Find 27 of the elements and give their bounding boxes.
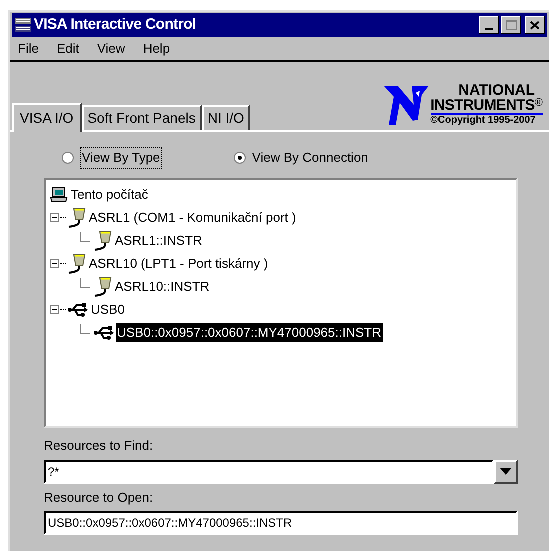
resource-input[interactable]: USB0::0x0957::0x0607::MY47000965::INSTR <box>44 511 518 535</box>
tab[interactable]: NI I/O <box>202 105 250 130</box>
tree-item[interactable]: USB0 <box>90 300 126 320</box>
radio-label[interactable]: View By Type <box>80 147 162 169</box>
radio-label[interactable]: View By Connection <box>252 148 368 168</box>
logo-wordmark: NATIONAL <box>458 83 535 98</box>
menu-item[interactable]: Edit <box>56 38 80 58</box>
menu-item[interactable]: Help <box>143 38 170 58</box>
field-label: Resources to Find: <box>44 437 154 455</box>
tree-item[interactable]: ASRL1 (COM1 - Komunikační port ) <box>88 208 298 228</box>
menu-item[interactable]: File <box>18 38 39 58</box>
dropdown-value: ?* <box>48 464 60 480</box>
menu-item[interactable]: View <box>97 38 126 58</box>
field-label: Resource to Open: <box>44 488 154 507</box>
window-title: VISA Interactive Control <box>34 14 196 35</box>
registered-mark: ® <box>534 98 543 109</box>
tree-item[interactable]: ASRL10 (LPT1 - Port tiskárny ) <box>88 254 270 274</box>
resource-tree[interactable]: Tento počítač ASRL1 (COM1 - Komunikační port ) ASRL1::INSTR ASRL10 (LPT1 - Port tiskárny ) ASRL10::INSTR USB0 USB0::0x0957::0x0607::MY47000965::INSTR <box>44 178 518 428</box>
logo-wordmark: INSTRUMENTS <box>430 98 535 113</box>
tree-item[interactable]: USB0::0x0957::0x0607::MY47000965::INSTR <box>116 322 382 342</box>
tab[interactable]: Soft Front Panels <box>82 105 202 130</box>
copyright-text: ©Copyright 1995-2007 <box>430 116 537 126</box>
tree-item[interactable]: ASRL10::INSTR <box>114 276 211 296</box>
tree-item[interactable]: Tento počítač <box>70 184 150 204</box>
tab[interactable]: VISA I/O <box>12 103 82 132</box>
tree-item[interactable]: ASRL1::INSTR <box>114 230 204 250</box>
resources-dropdown[interactable]: ?* <box>44 460 494 484</box>
